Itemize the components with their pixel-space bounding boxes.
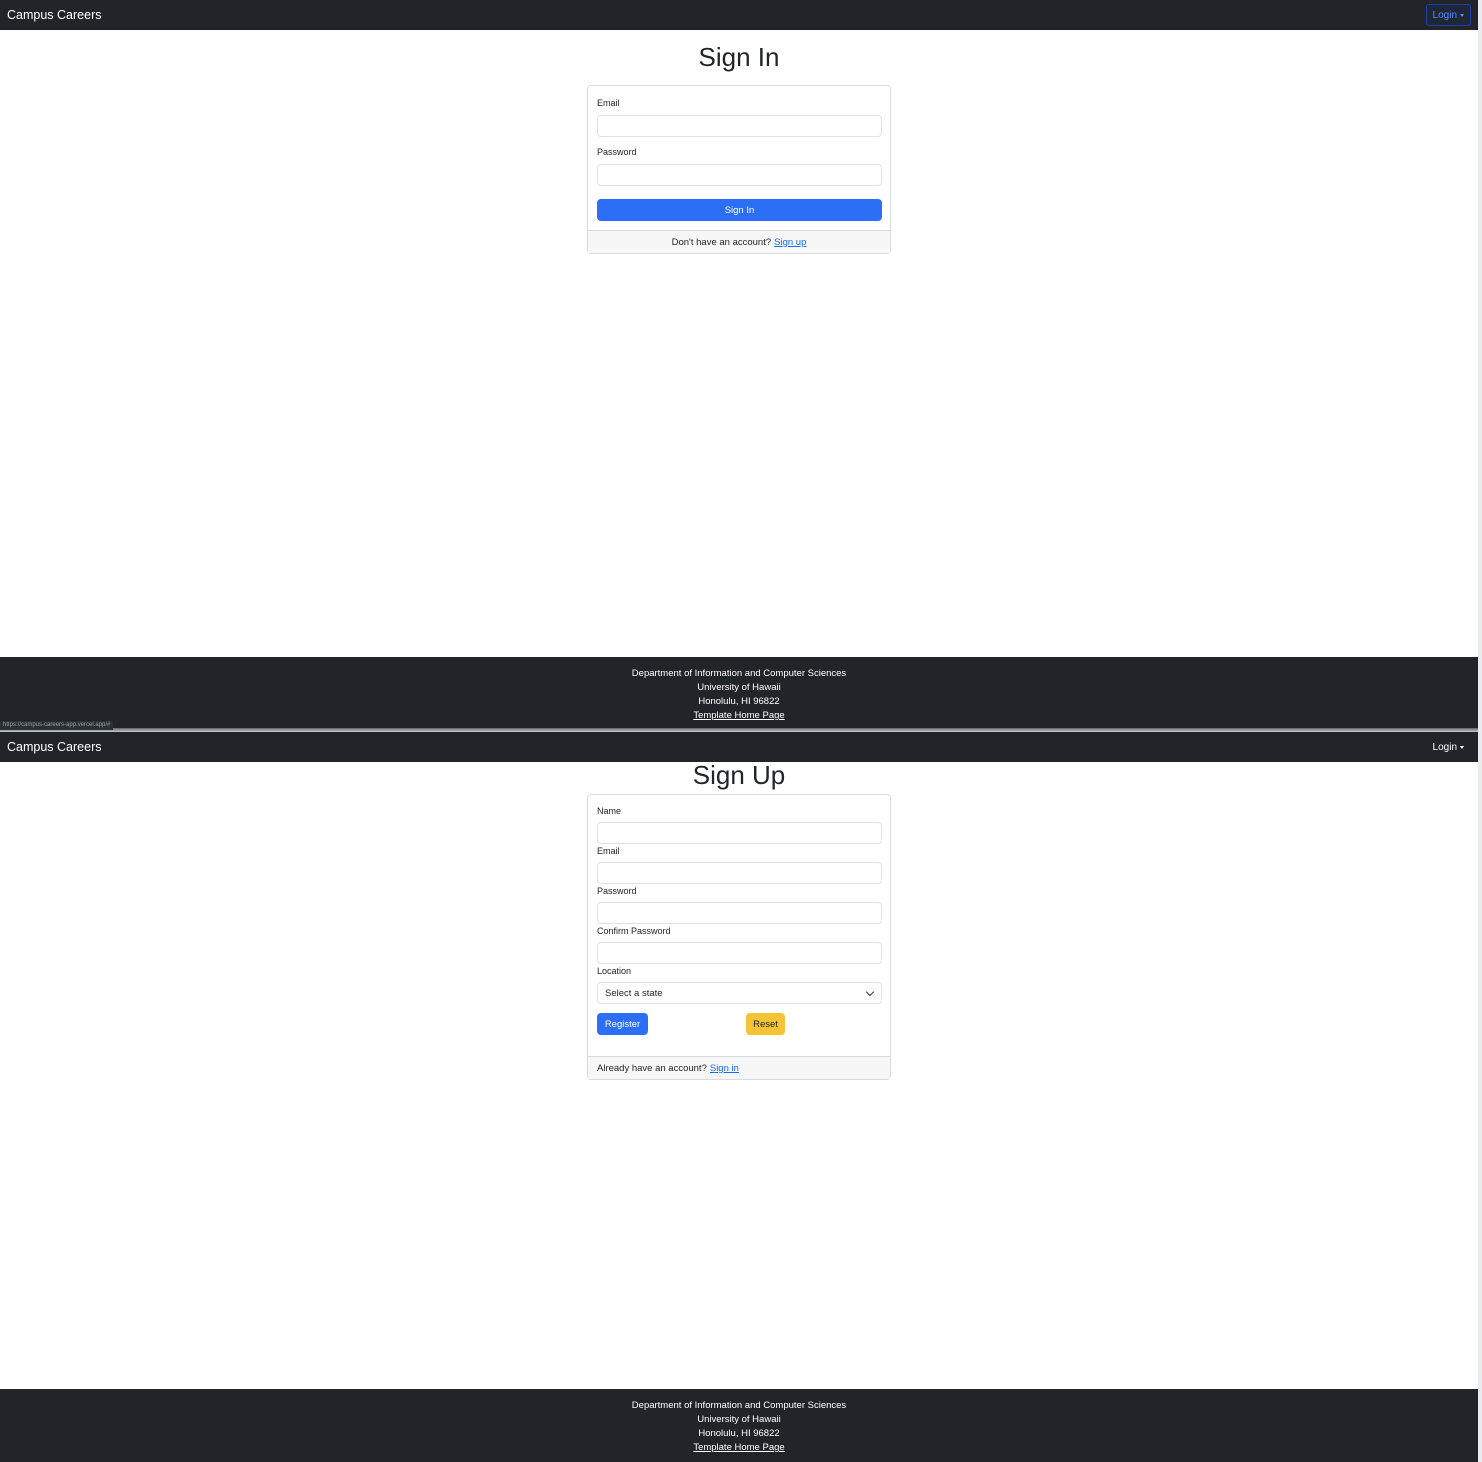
password-label: Password (597, 886, 637, 896)
caret-down-icon (1460, 13, 1464, 17)
email-label: Email (597, 98, 620, 108)
login-dropdown-toggle[interactable]: Login (1426, 736, 1471, 758)
template-home-link[interactable]: Template Home Page (693, 1442, 784, 1453)
template-home-link[interactable]: Template Home Page (693, 710, 784, 721)
footer-address: Honolulu, HI 96822 (698, 696, 780, 707)
page-footer: Department of Information and Computer S… (0, 657, 1478, 728)
location-label: Location (597, 966, 632, 976)
signup-actions: Register Reset (597, 1013, 881, 1035)
footer-department: Department of Information and Computer S… (631, 1400, 847, 1411)
confirm-password-input[interactable] (597, 942, 882, 964)
signin-screen: Campus Careers Login Sign In Email Passw… (0, 0, 1478, 728)
email-label: Email (597, 846, 620, 856)
login-label: Login (1432, 741, 1457, 753)
password-label: Password (597, 147, 637, 157)
signin-card: Email Password Sign In Don't have an acc… (587, 85, 891, 254)
chevron-down-icon (865, 987, 875, 996)
password-input[interactable] (597, 902, 882, 924)
email-input[interactable] (597, 862, 882, 884)
status-url-tooltip: https://campus-careers-app.vercel.app/# (0, 721, 114, 730)
signin-link[interactable]: Sign in (710, 1063, 739, 1074)
signup-card-footer: Already have an account? Sign in (588, 1056, 890, 1079)
signin-form: Email Password Sign In (588, 86, 890, 221)
signup-footer-text: Already have an account? (597, 1062, 707, 1074)
reset-button[interactable]: Reset (746, 1013, 785, 1035)
name-input[interactable] (597, 822, 882, 844)
name-label: Name (597, 806, 622, 816)
confirm-password-label: Confirm Password (597, 926, 671, 936)
footer-department: Department of Information and Computer S… (631, 668, 847, 679)
location-selected-value: Select a state (605, 987, 663, 999)
signup-link[interactable]: Sign up (774, 237, 806, 248)
login-label: Login (1432, 9, 1457, 21)
location-select[interactable]: Select a state (597, 982, 882, 1004)
navbar: Campus Careers Login (0, 0, 1478, 30)
signup-form: Name Email Password Confirm Password Loc… (588, 795, 890, 1035)
signup-screen: Campus Careers Login Sign Up Name Email … (0, 732, 1478, 1462)
page-scrollbar[interactable] (1478, 0, 1482, 1462)
signin-button[interactable]: Sign In (597, 199, 882, 221)
register-button[interactable]: Register (597, 1013, 648, 1035)
brand-link[interactable]: Campus Careers (7, 8, 101, 22)
signin-footer-text: Don't have an account? (671, 236, 772, 248)
page-footer: Department of Information and Computer S… (0, 1389, 1478, 1462)
password-input[interactable] (597, 164, 882, 186)
signup-card: Name Email Password Confirm Password Loc… (587, 794, 891, 1080)
signin-card-footer: Don't have an account? Sign up (588, 230, 890, 253)
login-dropdown-toggle[interactable]: Login (1425, 4, 1471, 26)
footer-address: Honolulu, HI 96822 (698, 1428, 780, 1439)
caret-down-icon (1460, 745, 1464, 749)
page-title: Sign In (698, 42, 780, 72)
footer-university: University of Hawaii (697, 682, 781, 693)
brand-link[interactable]: Campus Careers (7, 740, 101, 754)
email-input[interactable] (597, 115, 882, 137)
footer-university: University of Hawaii (697, 1414, 781, 1425)
page-title: Sign Up (692, 760, 786, 790)
navbar: Campus Careers Login (0, 732, 1478, 762)
